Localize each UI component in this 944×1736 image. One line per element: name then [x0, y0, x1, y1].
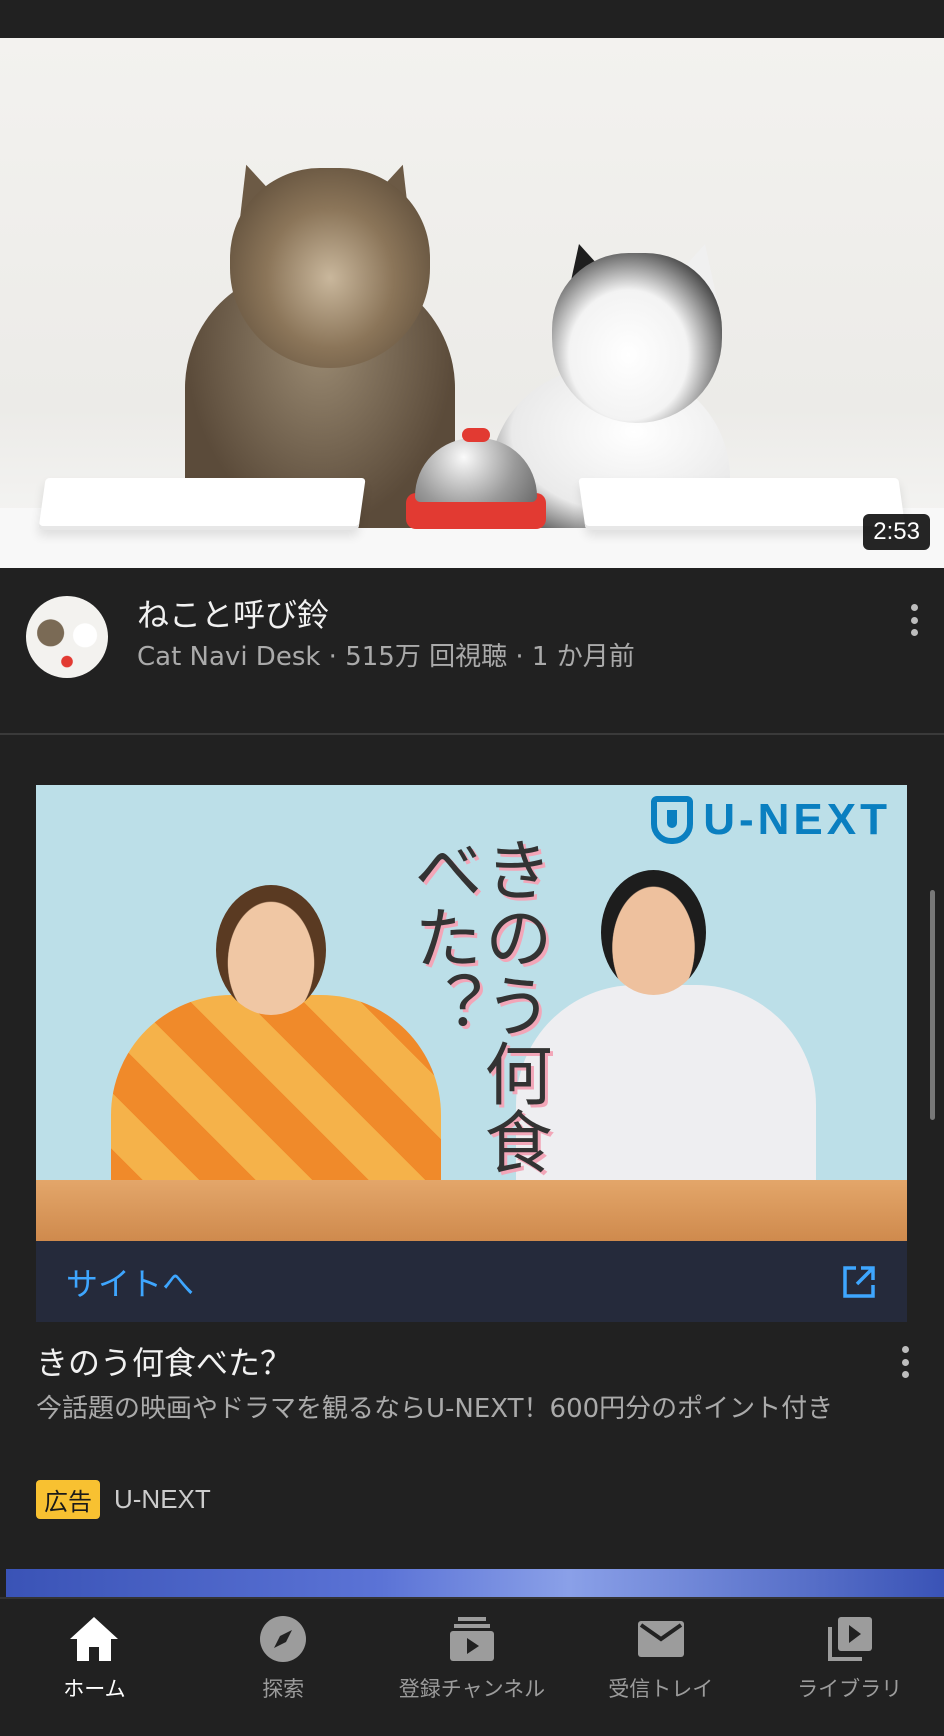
nav-home[interactable]: ホーム: [0, 1599, 189, 1736]
dot: [910, 604, 918, 611]
ad-cta-label: サイトへ: [66, 1264, 195, 1303]
tabby-cat-head: [230, 168, 430, 368]
ad-title[interactable]: きのう何食べた？: [36, 1338, 292, 1384]
nav-subscriptions[interactable]: 登録チャンネル: [378, 1599, 567, 1736]
video-subtitle: Cat Navi Desk · 515万 回視聴 · 1 か月前: [137, 642, 635, 672]
dot: [910, 616, 918, 624]
video-thumbnail[interactable]: [0, 38, 944, 568]
ad-person-right: [516, 985, 816, 1205]
ad-cta-button[interactable]: サイトへ: [36, 1241, 907, 1322]
status-bar: [0, 0, 944, 38]
library-icon: [822, 1613, 878, 1665]
subscriptions-icon: [444, 1613, 500, 1665]
ad-badge: 広告: [36, 1480, 100, 1519]
ad-person-right-head: [601, 870, 706, 995]
dot: [901, 1358, 909, 1366]
ad-more-menu-button[interactable]: [895, 1342, 915, 1382]
nav-label: ホーム: [63, 1677, 126, 1701]
nav-label: 登録チャンネル: [398, 1677, 546, 1701]
video-more-menu-button[interactable]: [904, 600, 924, 640]
ad-banner-image[interactable]: きのう何食べた？ U-NEXT: [36, 785, 907, 1241]
next-video-thumbnail[interactable]: [6, 1569, 944, 1597]
ad-description: 今話題の映画やドラマを観るならU-NEXT！600円分のポイント付き: [36, 1394, 834, 1424]
ad-person-left-head: [216, 885, 326, 1015]
feed-divider: [0, 733, 944, 735]
unext-shield-icon: [651, 796, 694, 844]
video-title[interactable]: ねこと呼び鈴: [137, 590, 329, 636]
scrollbar-thumb[interactable]: [930, 890, 935, 1120]
nav-library[interactable]: ライブラリ: [755, 1599, 944, 1736]
nav-label: 受信トレイ: [608, 1677, 714, 1701]
nav-label: 探索: [262, 1677, 305, 1701]
dot: [901, 1371, 909, 1378]
nav-explore[interactable]: 探索: [189, 1599, 378, 1736]
ad-advertiser: U-NEXT: [114, 1484, 211, 1514]
bottom-navigation: ホーム 探索 登録チャンネル 受信トレイ ライブラリ: [0, 1597, 944, 1736]
inbox-icon: [633, 1613, 689, 1665]
plate: [578, 478, 906, 530]
video-duration-badge: 2:53: [863, 514, 930, 550]
white-cat-head: [552, 253, 722, 423]
dot: [901, 1346, 909, 1353]
channel-avatar[interactable]: [26, 596, 108, 678]
nav-inbox[interactable]: 受信トレイ: [566, 1599, 755, 1736]
video-meta[interactable]: ねこと呼び鈴 Cat Navi Desk · 515万 回視聴 · 1 か月前: [0, 590, 944, 680]
ad-person-left: [111, 995, 441, 1205]
home-icon: [66, 1613, 122, 1665]
unext-logo-text: U-NEXT: [703, 795, 891, 844]
ad-meta: 広告 U-NEXT: [36, 1480, 211, 1519]
explore-icon: [255, 1613, 311, 1665]
dot: [910, 629, 918, 636]
unext-logo: U-NEXT: [651, 795, 891, 845]
plate: [38, 478, 366, 530]
open-external-icon[interactable]: [841, 1264, 877, 1300]
bell-knob: [462, 428, 490, 442]
ad-art-title: きのう何食べた？: [402, 835, 551, 1175]
nav-label: ライブラリ: [797, 1677, 903, 1701]
